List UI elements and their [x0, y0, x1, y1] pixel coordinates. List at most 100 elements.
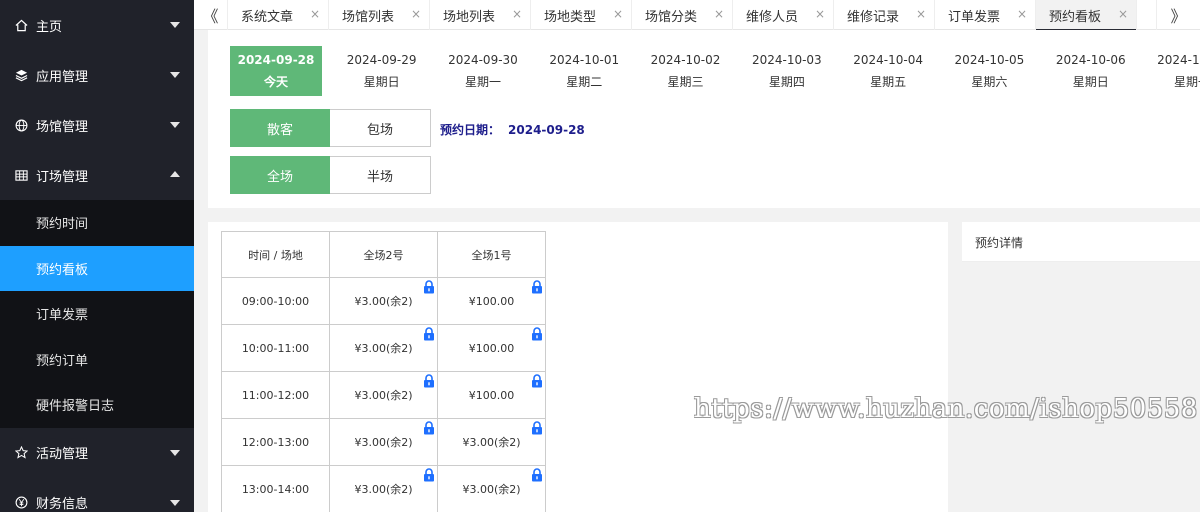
- sidebar-subitem-0[interactable]: 预约时间: [0, 200, 194, 246]
- sidebar-menu: 主页应用管理场馆管理订场管理 预约时间 预约看板 订单发票 预约订单 硬件报警日志 活动管理…: [0, 0, 194, 512]
- time-slot: 12:00-13:00: [221, 418, 330, 466]
- sidebar-group-4[interactable]: 活动管理: [0, 428, 194, 478]
- close-icon[interactable]: ×: [714, 7, 724, 21]
- sidebar-group-2[interactable]: 场馆管理: [0, 100, 194, 150]
- table-row: 13:00-14:00 ¥3.00(余2) ¥3.00(余2): [221, 465, 546, 512]
- sidebar-subitem-1[interactable]: 预约看板: [0, 245, 194, 291]
- date-value: 2024-10-03: [751, 53, 822, 67]
- sidebar-group-label: 场馆管理: [36, 119, 89, 135]
- tab-1[interactable]: 场馆列表 ×: [329, 0, 430, 30]
- tab-4[interactable]: 场馆分类 ×: [632, 0, 733, 30]
- reservation-detail-panel: 预约详情: [962, 222, 1200, 262]
- table-row: 09:00-10:00 ¥3.00(余2) ¥100.00: [221, 277, 546, 325]
- tabs-next-button[interactable]: 》: [1156, 0, 1200, 30]
- close-icon[interactable]: ×: [310, 7, 320, 21]
- slot-cell[interactable]: ¥3.00(余2): [437, 418, 546, 466]
- date-option[interactable]: 2024-10-06 星期日: [1040, 46, 1141, 96]
- tab-8[interactable]: 预约看板 ×: [1036, 0, 1137, 31]
- detail-title: 预约详情: [975, 236, 1024, 250]
- booking-filter-panel: 2024-09-28 今天 2024-09-29 星期日 2024-09-30 星期一 20…: [208, 30, 1200, 208]
- date-option[interactable]: 2024-10-02 星期三: [635, 46, 736, 96]
- sidebar: 主页应用管理场馆管理订场管理 预约时间 预约看板 订单发票 预约订单 硬件报警日志 活动管理…: [0, 0, 194, 512]
- close-icon[interactable]: ×: [1118, 7, 1128, 21]
- date-value: 2024-09-30: [448, 53, 518, 67]
- close-icon[interactable]: ×: [1017, 7, 1027, 21]
- slot-price: ¥3.00(余2): [462, 436, 521, 449]
- lock-icon: [532, 421, 542, 435]
- option-walk-in[interactable]: 散客: [230, 109, 330, 147]
- sidebar-group-0[interactable]: 主页: [0, 0, 194, 50]
- option-private-booking[interactable]: 包场: [330, 109, 431, 147]
- slot-cell[interactable]: ¥3.00(余2): [329, 277, 438, 325]
- slot-price: ¥3.00(余2): [354, 342, 413, 355]
- star-icon: [14, 446, 28, 460]
- slot-price: ¥3.00(余2): [354, 483, 413, 496]
- tab-label: 预约看板: [1049, 9, 1102, 25]
- close-icon[interactable]: ×: [916, 7, 926, 21]
- tab-5[interactable]: 维修人员 ×: [733, 0, 834, 30]
- lock-icon: [532, 468, 542, 482]
- chevron-down-icon: [170, 449, 180, 456]
- close-icon[interactable]: ×: [815, 7, 825, 21]
- date-option[interactable]: 2024-10-04 星期五: [837, 46, 938, 96]
- tab-label: 维修记录: [847, 9, 900, 25]
- date-option[interactable]: 2024-09-30 星期一: [432, 46, 533, 96]
- close-icon[interactable]: ×: [512, 7, 522, 21]
- tab-3[interactable]: 场地类型 ×: [531, 0, 632, 30]
- sidebar-group-label: 主页: [36, 19, 63, 35]
- time-slot: 13:00-14:00: [221, 465, 330, 512]
- lock-icon: [424, 468, 434, 482]
- slot-cell[interactable]: ¥3.00(余2): [329, 465, 438, 512]
- weekday-label: 星期四: [768, 75, 805, 89]
- slot-cell[interactable]: ¥3.00(余2): [329, 418, 438, 466]
- tabs-prev-button[interactable]: 《: [194, 0, 228, 30]
- date-value: 2024-09-29: [346, 53, 417, 67]
- tab-0[interactable]: 系统文章 ×: [228, 0, 329, 30]
- date-option[interactable]: 2024-09-28 今天: [230, 46, 322, 96]
- slot-cell[interactable]: ¥100.00: [437, 371, 546, 419]
- slot-price: ¥3.00(余2): [354, 436, 413, 449]
- tab-6[interactable]: 维修记录 ×: [834, 0, 935, 30]
- date-option[interactable]: 2024-10-03 星期四: [736, 46, 837, 96]
- reservation-date: 预约日期： 2024-09-28: [440, 121, 585, 138]
- date-option[interactable]: 2024-09-29 星期日: [331, 46, 432, 96]
- option-half-court[interactable]: 半场: [330, 156, 431, 194]
- tab-7[interactable]: 订单发票 ×: [935, 0, 1036, 30]
- table-row: 11:00-12:00 ¥3.00(余2) ¥100.00: [221, 371, 546, 419]
- date-option[interactable]: 2024-10-01 星期二: [534, 46, 635, 96]
- lock-icon: [532, 374, 542, 388]
- slot-cell[interactable]: ¥3.00(余2): [437, 465, 546, 512]
- sidebar-subitem-2[interactable]: 订单发票: [0, 291, 194, 337]
- weekday-label: 星期日: [363, 75, 400, 89]
- sidebar-subitem-3[interactable]: 预约订单: [0, 337, 194, 383]
- weekday-label: 星期二: [566, 75, 603, 89]
- tab-list: 系统文章 × 场馆列表 × 场地列表 × 场地类型 × 场馆分类 × 维修人员 × 维修记录 × 订单发票 ×…: [228, 0, 1137, 31]
- sidebar-group-1[interactable]: 应用管理: [0, 50, 194, 100]
- chevron-down-icon: [170, 72, 180, 78]
- date-value: 2024-10-06: [1055, 53, 1126, 67]
- close-icon[interactable]: ×: [411, 7, 421, 21]
- time-slot: 10:00-11:00: [221, 324, 330, 372]
- tab-label: 场馆分类: [645, 9, 698, 25]
- header-time-court: 时间 / 场地: [221, 231, 330, 278]
- slot-cell[interactable]: ¥100.00: [437, 277, 546, 325]
- chevron-up-icon: [170, 171, 180, 177]
- sidebar-group-3[interactable]: 订场管理: [0, 150, 194, 200]
- date-option[interactable]: 2024-10-07 星期一: [1141, 46, 1200, 96]
- tab-2[interactable]: 场地列表 ×: [430, 0, 531, 30]
- option-full-court[interactable]: 全场: [230, 156, 330, 194]
- home-icon: [14, 18, 28, 32]
- slot-cell[interactable]: ¥100.00: [437, 324, 546, 372]
- court-type-toggle: 全场 半场: [230, 156, 431, 194]
- slot-price: ¥100.00: [468, 294, 515, 308]
- header-court-2: 全场2号: [329, 231, 438, 278]
- sidebar-subitem-4[interactable]: 硬件报警日志: [0, 382, 194, 428]
- date-option[interactable]: 2024-10-05 星期六: [939, 46, 1040, 96]
- sidebar-group-5[interactable]: 财务信息: [0, 478, 194, 512]
- table-row: 10:00-11:00 ¥3.00(余2) ¥100.00: [221, 324, 546, 372]
- slot-cell[interactable]: ¥3.00(余2): [329, 371, 438, 419]
- slot-cell[interactable]: ¥3.00(余2): [329, 324, 438, 372]
- reservation-date-value: 2024-09-28: [508, 123, 585, 137]
- weekday-label: 星期日: [1072, 75, 1109, 89]
- close-icon[interactable]: ×: [613, 7, 623, 21]
